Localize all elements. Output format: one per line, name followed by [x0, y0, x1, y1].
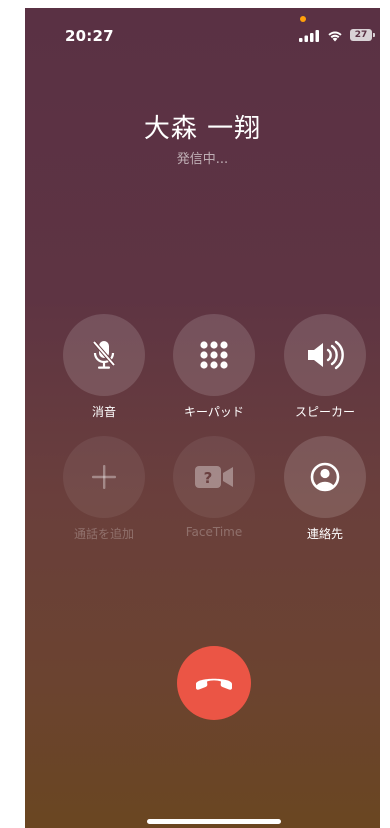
- keypad-label: キーパッド: [184, 405, 244, 419]
- facetime-button[interactable]: ? FaceTime: [173, 436, 255, 539]
- battery-indicator: 27: [350, 29, 375, 41]
- add-call-button[interactable]: 通話を追加: [63, 436, 145, 542]
- svg-text:?: ?: [204, 469, 213, 487]
- video-question-icon: ?: [195, 466, 233, 488]
- facetime-circle[interactable]: ?: [173, 436, 255, 518]
- phone-down-icon: [196, 678, 232, 690]
- keypad-circle[interactable]: [173, 314, 255, 396]
- plus-icon: [92, 465, 116, 489]
- facetime-label: FaceTime: [185, 525, 243, 539]
- contacts-label: 連絡先: [306, 527, 343, 541]
- caller-name: 大森 一翔: [143, 114, 262, 144]
- mute-circle[interactable]: [63, 314, 145, 396]
- status-bar: 20:27 27: [25, 8, 380, 58]
- keypad-icon: [200, 341, 228, 369]
- speaker-button[interactable]: スピーカー: [284, 314, 366, 420]
- add-call-circle[interactable]: [63, 436, 145, 518]
- privacy-indicator-dot: [300, 16, 306, 22]
- keypad-button[interactable]: キーパッド: [173, 314, 255, 420]
- phone-screen: 20:27 27 大森 一翔 発信中... 消音 キーパッド スピーカー 通話を…: [25, 8, 380, 828]
- call-status: 発信中...: [176, 152, 229, 167]
- contacts-button[interactable]: 連絡先: [284, 436, 366, 542]
- home-indicator[interactable]: [147, 819, 281, 824]
- contacts-circle[interactable]: [284, 436, 366, 518]
- speaker-icon: [308, 340, 344, 370]
- speaker-circle[interactable]: [284, 314, 366, 396]
- mic-slash-icon: [92, 340, 116, 369]
- status-time: 20:27: [65, 27, 114, 45]
- add-call-label: 通話を追加: [73, 527, 134, 541]
- cellular-signal-icon: [299, 30, 319, 42]
- person-circle-icon: [310, 462, 340, 492]
- mute-label: 消音: [91, 405, 116, 419]
- end-call-button[interactable]: [177, 646, 251, 720]
- mute-button[interactable]: 消音: [63, 314, 145, 420]
- wifi-icon: [328, 31, 342, 42]
- speaker-label: スピーカー: [294, 405, 355, 419]
